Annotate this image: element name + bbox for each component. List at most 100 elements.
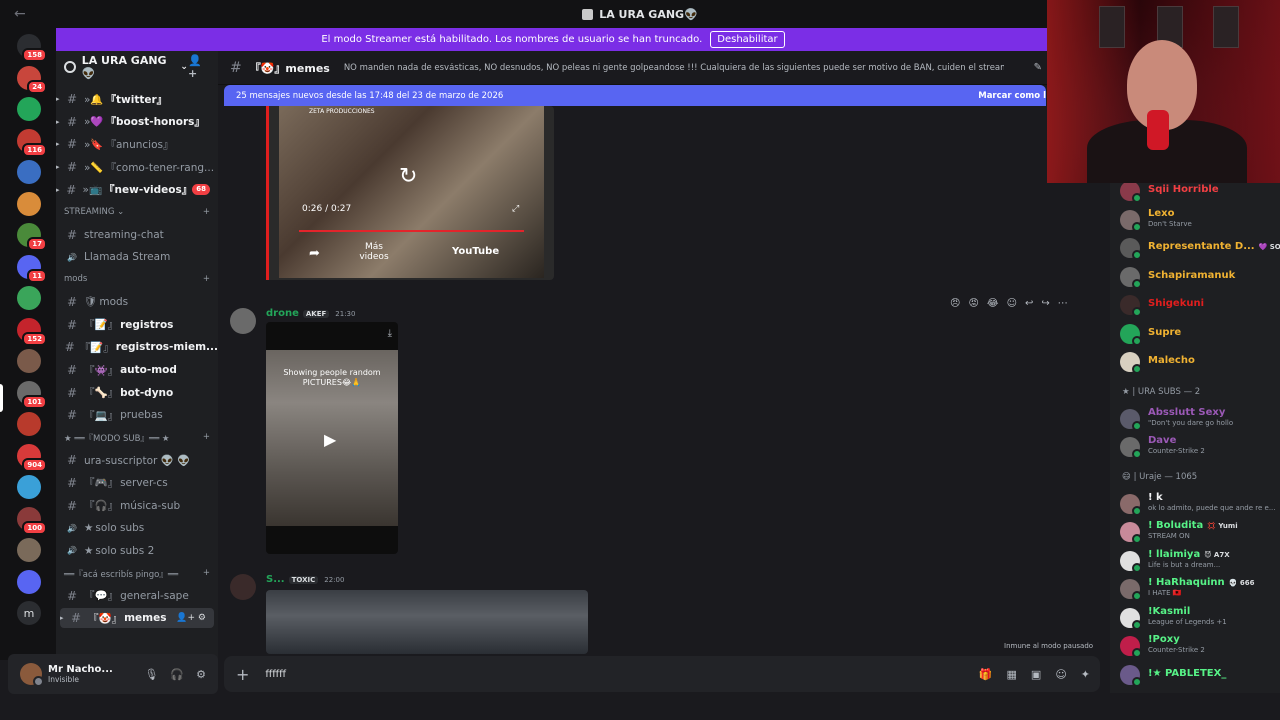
channel-item[interactable]: 🔊 Llamada Stream <box>56 247 218 267</box>
channel-item[interactable]: # ura-suscriptor 👽 👽 <box>56 450 218 470</box>
channel-item[interactable]: ▸ # »💜 『boost-honors』 <box>56 112 218 132</box>
member-item[interactable]: ! k ok lo admito, puede que ande re e... <box>1120 492 1280 518</box>
new-messages-bar[interactable]: 25 mensajes nuevos desde las 17:48 del 2… <box>224 85 1046 106</box>
channel-category[interactable]: STREAMING ⌄ + <box>64 207 210 217</box>
server-icon[interactable]: m <box>17 601 41 625</box>
emoji-icon[interactable]: ☺ <box>1055 668 1066 681</box>
member-item[interactable]: Lexo Don't Starve <box>1120 208 1280 234</box>
channel-item[interactable]: # 『💻』 pruebas <box>56 405 218 425</box>
server-icon[interactable]: 116 <box>17 128 47 157</box>
discord-home-icon[interactable]: 158 <box>17 34 47 62</box>
server-icon[interactable]: 101 <box>17 380 47 409</box>
member-item[interactable]: ! llaimiya 😈 A7X Life is but a dream... <box>1120 549 1280 575</box>
channel-item[interactable]: ▸ # »🔔 『twitter』 <box>56 89 218 109</box>
headphones-icon[interactable]: 🎧 <box>170 668 184 681</box>
youtube-logo-icon[interactable]: YouTube <box>452 246 499 257</box>
reaction-emoji-icon[interactable]: 😡 <box>968 298 978 309</box>
channel-item[interactable]: # 『📝』 registros-miem... <box>56 337 218 357</box>
folder-icon[interactable] <box>17 569 41 594</box>
author-avatar[interactable] <box>230 308 256 334</box>
member-item[interactable]: Absslutt Sexy "Don't you dare go hollo <box>1120 407 1280 433</box>
message-author[interactable]: S... TOXIC 22:00 <box>266 574 344 585</box>
server-icon[interactable]: 904 <box>17 443 47 472</box>
member-item[interactable]: !★ PABLETEX_ <box>1120 663 1280 689</box>
server-header[interactable]: LA URA GANG👽 ⌄ 👤+ <box>56 51 218 83</box>
member-item[interactable]: Supre <box>1120 322 1280 348</box>
author-name[interactable]: drone <box>266 308 299 319</box>
video-progress-bar[interactable] <box>299 230 524 232</box>
youtube-embed[interactable]: ZETA PRODUCCIONES ↻ 0:26 / 0:27 ⤢ ➦ Más … <box>266 106 554 280</box>
member-item[interactable]: !Poxy Counter-Strike 2 <box>1120 634 1280 660</box>
add-reaction-icon[interactable]: ☺ <box>1007 298 1017 309</box>
server-icon[interactable] <box>17 160 41 184</box>
server-icon[interactable] <box>17 349 41 373</box>
disable-streamer-button[interactable]: Deshabilitar <box>710 31 785 48</box>
fullscreen-icon[interactable]: ⤢ <box>512 204 519 214</box>
channel-category[interactable]: mods + <box>64 274 210 284</box>
server-icon[interactable]: 17 <box>17 223 47 251</box>
reply-icon[interactable]: ↩ <box>1025 298 1033 309</box>
member-item[interactable]: Sqii Horrible <box>1120 183 1280 205</box>
server-icon[interactable]: 100 <box>17 506 47 535</box>
mark-as-read-button[interactable]: Marcar como l <box>978 91 1046 101</box>
server-icon[interactable]: 24 <box>17 65 47 94</box>
server-icon[interactable] <box>17 538 41 562</box>
more-videos-label[interactable]: Más videos <box>354 242 394 262</box>
reaction-emoji-icon[interactable]: 😂 <box>987 298 999 309</box>
settings-gear-icon[interactable]: ⚙ <box>196 668 206 681</box>
author-name[interactable]: S... <box>266 574 285 585</box>
share-icon[interactable]: ➦ <box>309 246 320 261</box>
add-channel-icon[interactable]: + <box>203 274 210 284</box>
video-attachment[interactable]: Showing people random PICTURES😂🙏 ▶ ⤓ <box>266 322 398 554</box>
member-item[interactable]: Schapiramanuk <box>1120 265 1280 291</box>
member-item[interactable]: ! Boludita 💢 Yumi STREAM ON <box>1120 520 1280 546</box>
channel-settings-icon[interactable]: 👤+ ⚙ <box>176 613 206 623</box>
channel-item[interactable]: 🔊 ★ solo subs 2 <box>56 541 218 561</box>
forward-icon[interactable]: ↪ <box>1041 298 1049 309</box>
add-channel-icon[interactable]: + <box>203 207 210 217</box>
author-avatar[interactable] <box>230 574 256 600</box>
replay-icon[interactable]: ↻ <box>399 164 417 189</box>
channel-item[interactable]: ▸ # 『🤡』 memes 👤+ ⚙ <box>60 608 214 629</box>
channel-topic[interactable]: NO manden nada de esvásticas, NO desnudo… <box>344 63 1004 73</box>
channel-item[interactable]: ▸ # »📺 『new-videos』 68 <box>56 180 218 200</box>
channel-item[interactable]: ▸ # »🔖 『anuncios』 <box>56 134 218 154</box>
gift-icon[interactable]: 🎁 <box>979 668 993 681</box>
server-icon[interactable] <box>17 286 41 310</box>
server-icon[interactable]: 152 <box>17 317 47 346</box>
image-attachment[interactable] <box>266 590 588 654</box>
threads-icon[interactable]: ✎ <box>1034 62 1042 73</box>
user-avatar[interactable] <box>20 663 44 687</box>
channel-item[interactable]: # 『💬』 general-sape <box>56 586 218 606</box>
gif-icon[interactable]: ▦ <box>1007 668 1017 681</box>
play-icon[interactable]: ▶ <box>324 430 336 449</box>
member-item[interactable]: Dave Counter-Strike 2 <box>1120 435 1280 461</box>
channel-category[interactable]: ══『acá escribís pingo』══ + <box>64 568 210 580</box>
member-item[interactable]: Shigekuni <box>1120 293 1280 319</box>
member-item[interactable]: Representante D...💜 SOTE <box>1120 236 1280 262</box>
channel-item[interactable]: # 『🎮』 server-cs <box>56 473 218 493</box>
channel-item[interactable]: # streaming-chat <box>56 225 218 245</box>
channel-item[interactable]: # 『🦴』 bot-dyno <box>56 383 218 403</box>
channel-item[interactable]: 🔊 ★ solo subs <box>56 518 218 538</box>
channel-item[interactable]: # 『🎧』 música-sub <box>56 496 218 516</box>
member-item[interactable]: ! HaRhaquinn 💀 666 I HATE 🇦🇱 <box>1120 577 1280 603</box>
add-channel-icon[interactable]: + <box>203 568 210 580</box>
reaction-emoji-icon[interactable]: 😠 <box>950 298 960 309</box>
channel-item[interactable]: # 『📝』 registros <box>56 315 218 335</box>
more-options-icon[interactable]: ⋯ <box>1058 298 1068 309</box>
server-icon[interactable] <box>17 412 41 436</box>
server-icon[interactable] <box>17 97 41 121</box>
back-arrow-icon[interactable]: ← <box>14 6 26 22</box>
sticker-icon[interactable]: ▣ <box>1031 668 1041 681</box>
server-icon[interactable] <box>17 475 41 499</box>
download-icon[interactable]: ⤓ <box>388 328 392 339</box>
message-author[interactable]: drone AKEF 21:30 <box>266 308 355 319</box>
server-icon[interactable] <box>17 191 41 216</box>
member-item[interactable]: !Kasmil League of Legends +1 <box>1120 606 1280 632</box>
channel-item[interactable]: ▸ # »📏 『como-tener-rang... <box>56 157 218 177</box>
channel-category[interactable]: ★ ══『MODO SUB』══ ★ + <box>64 432 210 444</box>
apps-icon[interactable]: ✦ <box>1081 668 1090 681</box>
add-attachment-icon[interactable]: + <box>236 665 249 684</box>
add-channel-icon[interactable]: + <box>203 432 210 444</box>
